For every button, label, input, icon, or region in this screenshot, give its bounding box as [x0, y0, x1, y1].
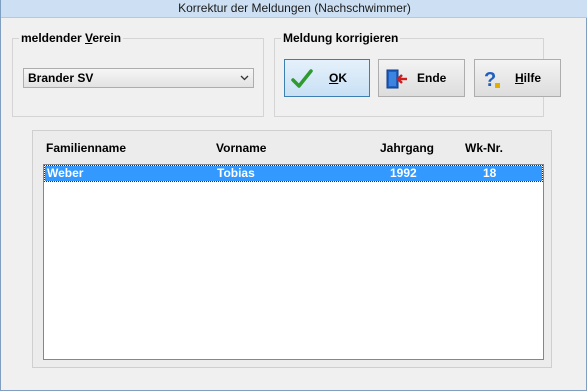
help-question-icon: ? — [481, 69, 503, 94]
chevron-down-icon — [240, 69, 249, 93]
verein-group: meldender Verein Brander SV — [12, 30, 264, 117]
verein-select-value: Brander SV — [28, 71, 94, 85]
exit-door-icon — [385, 69, 409, 92]
cell-wknr: 18 — [483, 166, 497, 180]
cell-jahrgang: 1992 — [390, 166, 417, 180]
verein-group-legend: meldender Verein — [19, 30, 124, 46]
svg-text:?: ? — [484, 69, 496, 91]
meldung-group-legend: Meldung korrigieren — [281, 30, 401, 46]
verein-select[interactable]: Brander SV — [23, 68, 254, 88]
ok-button[interactable]: OK — [284, 59, 370, 97]
ok-label: OK — [329, 71, 348, 85]
dialog-window: Korrektur der Meldungen (Nachschwimmer) … — [0, 0, 587, 391]
hilfe-button[interactable]: ? Hilfe — [474, 59, 561, 97]
swimmer-list-panel: Familienname Vorname Jahrgang Wk-Nr. Web… — [32, 130, 552, 368]
checkmark-icon — [291, 69, 313, 92]
column-header-vorname: Vorname — [216, 141, 267, 155]
list-item[interactable]: Weber Tobias 1992 18 — [44, 165, 543, 182]
column-header-jahrgang: Jahrgang — [380, 141, 435, 155]
column-header-familienname: Familienname — [46, 141, 127, 155]
hilfe-label: Hilfe — [515, 71, 542, 85]
swimmer-listbox[interactable]: Weber Tobias 1992 18 — [43, 164, 544, 360]
meldung-group: Meldung korrigieren OK Ende ? Hilfe — [274, 30, 561, 117]
cell-vorname: Tobias — [217, 166, 255, 180]
ende-label: Ende — [417, 71, 447, 85]
column-header-wknr: Wk-Nr. — [465, 141, 504, 155]
cell-familienname: Weber — [47, 166, 84, 180]
window-title: Korrektur der Meldungen (Nachschwimmer) — [178, 1, 411, 15]
ende-button[interactable]: Ende — [378, 59, 465, 97]
window-titlebar[interactable]: Korrektur der Meldungen (Nachschwimmer) — [1, 0, 587, 18]
